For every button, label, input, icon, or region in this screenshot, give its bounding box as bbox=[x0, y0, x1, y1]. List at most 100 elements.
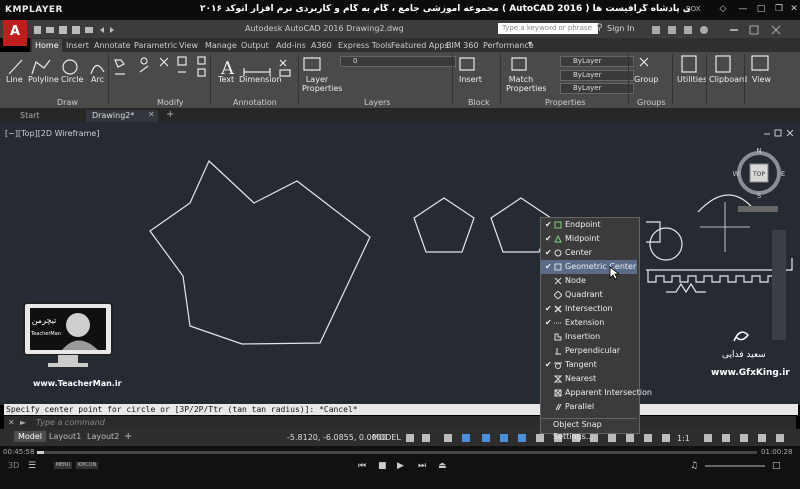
tab-parametric[interactable]: Parametric bbox=[131, 39, 180, 52]
tab-a360[interactable]: A360 bbox=[308, 39, 335, 52]
volume-icon[interactable]: ♫ bbox=[690, 461, 698, 471]
viewcube[interactable]: TOP N W E S bbox=[733, 147, 791, 199]
fullscreen-icon[interactable]: □ bbox=[772, 461, 781, 471]
snap-item-extension[interactable]: ✔ Extension bbox=[541, 316, 637, 330]
modify-panel-title[interactable]: Modify bbox=[157, 97, 184, 108]
command-customize-icon[interactable]: ✕ bbox=[8, 418, 15, 427]
text-tool-label[interactable]: Text bbox=[218, 75, 234, 84]
player-kmcon-button[interactable]: KMCON bbox=[76, 462, 98, 469]
snap-item-apparent-intersection[interactable]: Apparent Intersection bbox=[541, 386, 652, 400]
layer-properties-icon bbox=[303, 57, 321, 71]
stop-icon[interactable]: ■ bbox=[378, 461, 387, 471]
tab-output[interactable]: Output bbox=[238, 39, 272, 52]
snap-item-midpoint[interactable]: ✔ Midpoint bbox=[541, 232, 637, 246]
search-icon[interactable]: ⚲ bbox=[596, 23, 603, 33]
view-label[interactable]: View bbox=[752, 75, 771, 84]
volume-slider[interactable] bbox=[705, 465, 765, 467]
draw-panel-title[interactable]: Draw bbox=[57, 97, 78, 108]
circle-tool-label[interactable]: Circle bbox=[61, 75, 83, 84]
snap-item-parallel[interactable]: Parallel bbox=[541, 400, 637, 414]
add-layout-icon[interactable]: + bbox=[124, 431, 132, 442]
command-recent-icon[interactable]: ► bbox=[20, 418, 26, 427]
match-properties-label[interactable]: Match Properties bbox=[506, 75, 546, 93]
line-tool-label[interactable]: Line bbox=[6, 75, 23, 84]
player-restore-icon[interactable]: ❐ bbox=[774, 4, 784, 14]
command-input[interactable]: Type a command bbox=[36, 418, 105, 427]
command-line[interactable] bbox=[4, 416, 796, 429]
tab-add-ins[interactable]: Add-ins bbox=[273, 39, 309, 52]
open-file-icon bbox=[46, 27, 54, 33]
snap-item-label: Apparent Intersection bbox=[565, 388, 652, 397]
tab-manage[interactable]: Manage bbox=[202, 39, 240, 52]
player-pin-icon[interactable]: ◇ bbox=[718, 4, 728, 14]
sign-in-button[interactable]: Sign In bbox=[607, 24, 634, 33]
previous-icon[interactable]: ⏮ bbox=[358, 461, 366, 471]
autocad-app-menu-button[interactable]: A bbox=[3, 20, 27, 46]
next-icon[interactable]: ⏭ bbox=[418, 461, 426, 471]
player-settings-icon[interactable]: ☰ bbox=[28, 461, 36, 471]
snap-item-perpendicular[interactable]: Perpendicular bbox=[541, 344, 637, 358]
eject-icon[interactable]: ⏏ bbox=[438, 461, 447, 471]
ribbon-options-icon[interactable]: ▾ bbox=[528, 39, 532, 48]
snap-item-endpoint[interactable]: ✔ Endpoint bbox=[541, 218, 637, 232]
tab-home[interactable]: Home bbox=[32, 39, 62, 52]
wcs-menu[interactable] bbox=[738, 206, 778, 212]
snap-item-label: Tangent bbox=[565, 360, 597, 369]
panel-divider bbox=[672, 54, 673, 104]
object-snap-settings[interactable]: Object Snap Settings... bbox=[541, 418, 637, 441]
polyline-tool-label[interactable]: Polyline bbox=[28, 75, 59, 84]
block-panel-title[interactable]: Block bbox=[468, 97, 490, 108]
snap-item-intersection[interactable]: ✔ Intersection bbox=[541, 302, 637, 316]
close-file-tab-icon[interactable]: ✕ bbox=[148, 110, 155, 119]
group-tool-label[interactable]: Group bbox=[634, 75, 658, 84]
color-dropdown[interactable]: ByLayer bbox=[560, 56, 634, 67]
layer-dropdown[interactable]: 0 bbox=[340, 56, 456, 67]
viewcube-north: N bbox=[756, 147, 761, 155]
clipboard-label[interactable]: Clipboard bbox=[709, 75, 747, 84]
player-3d-icon[interactable]: 3D bbox=[8, 461, 19, 471]
layout-tab-layout2[interactable]: Layout2 bbox=[83, 431, 123, 442]
layer-properties-label[interactable]: Layer Properties bbox=[302, 75, 342, 93]
layout-tab-model[interactable]: Model bbox=[14, 431, 47, 442]
snap-item-label: Nearest bbox=[565, 374, 597, 383]
properties-panel-title[interactable]: Properties bbox=[545, 97, 585, 108]
player-minimize-icon[interactable]: — bbox=[738, 4, 748, 14]
play-icon[interactable]: ▶ bbox=[397, 461, 404, 471]
tab-annotate[interactable]: Annotate bbox=[91, 39, 134, 52]
seek-bar[interactable] bbox=[37, 451, 757, 454]
title-bar-icons[interactable] bbox=[650, 24, 796, 36]
lineweight-dropdown[interactable]: ByLayer bbox=[560, 83, 634, 94]
dimension-tool-label[interactable]: Dimension bbox=[239, 75, 282, 84]
snap-item-geometric-center[interactable]: ✔ Geometric Center bbox=[541, 260, 637, 274]
snap-item-center[interactable]: ✔ Center bbox=[541, 246, 637, 260]
snap-item-node[interactable]: Node bbox=[541, 274, 637, 288]
snap-item-tangent[interactable]: ✔ Tangent bbox=[541, 358, 637, 372]
tab-insert[interactable]: Insert bbox=[63, 39, 92, 52]
tab-view[interactable]: View bbox=[176, 39, 201, 52]
layers-panel-title[interactable]: Layers bbox=[364, 97, 390, 108]
new-file-tab-icon[interactable]: + bbox=[166, 109, 174, 120]
player-menu-button[interactable]: MENU bbox=[54, 462, 72, 469]
search-input[interactable]: Type a keyword or phrase bbox=[498, 23, 598, 34]
tab-express-tools[interactable]: Express Tools bbox=[335, 39, 395, 52]
layout-tab-layout1[interactable]: Layout1 bbox=[45, 431, 85, 442]
model-space-button[interactable]: MODEL bbox=[372, 433, 401, 442]
quick-access-toolbar[interactable] bbox=[32, 24, 232, 36]
snap-item-quadrant[interactable]: Quadrant bbox=[541, 288, 637, 302]
snap-item-nearest[interactable]: Nearest bbox=[541, 372, 637, 386]
player-maximize-icon[interactable]: □ bbox=[756, 4, 766, 14]
tab-bim-360[interactable]: BIM 360 bbox=[443, 39, 482, 52]
snap-item-insertion[interactable]: Insertion bbox=[541, 330, 637, 344]
annotation-panel-title[interactable]: Annotation bbox=[233, 97, 277, 108]
rotate-icon bbox=[139, 65, 149, 73]
utilities-label[interactable]: Utilities bbox=[677, 75, 707, 84]
linetype-dropdown[interactable]: ByLayer bbox=[560, 70, 634, 81]
perpendicular-icon bbox=[555, 348, 561, 355]
player-close-icon[interactable]: ✕ bbox=[789, 4, 799, 14]
file-tab-start[interactable]: Start bbox=[14, 110, 46, 122]
navigation-bar[interactable] bbox=[772, 230, 786, 340]
arc-tool-label[interactable]: Arc bbox=[91, 75, 104, 84]
groups-panel-title[interactable]: Groups bbox=[637, 97, 666, 108]
insert-tool-label[interactable]: Insert bbox=[459, 75, 482, 84]
player-box-label[interactable]: BOX bbox=[686, 5, 701, 13]
